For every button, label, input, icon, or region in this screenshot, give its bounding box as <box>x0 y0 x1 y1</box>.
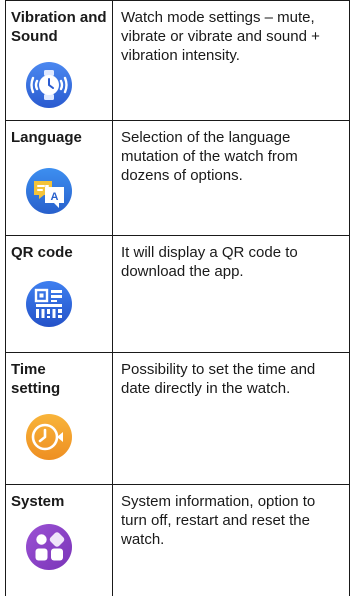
time-setting-icon <box>25 413 73 461</box>
table-row: Vibration and Sound Watch mode settings … <box>6 0 349 120</box>
feature-cell: System <box>6 485 113 596</box>
feature-description: Selection of the language mutation of th… <box>121 129 298 184</box>
table-row: QR code It will display a QR code to dow… <box>6 235 349 352</box>
description-cell: Possibility to set the time and date dir… <box>113 353 349 484</box>
feature-cell: Vibration and Sound <box>6 1 113 120</box>
feature-cell: QR code <box>6 236 113 352</box>
table-row: System System information, option to tur… <box>6 484 349 596</box>
table-row: Language A Selection of the language mut… <box>6 120 349 235</box>
feature-description: Watch mode settings – mute, vibrate or v… <box>121 9 320 64</box>
feature-name: Time setting <box>11 361 61 397</box>
svg-text:A: A <box>51 191 59 203</box>
language-translate-icon: A <box>25 167 73 215</box>
feature-name: Vibration and Sound <box>11 9 107 45</box>
feature-description: System information, option to turn off, … <box>121 493 316 548</box>
description-cell: Selection of the language mutation of th… <box>113 121 349 235</box>
feature-name: QR code <box>11 244 73 261</box>
feature-cell: Language A <box>6 121 113 235</box>
description-cell: It will display a QR code to download th… <box>113 236 349 352</box>
qr-code-icon <box>25 280 73 328</box>
feature-description: Possibility to set the time and date dir… <box>121 361 316 397</box>
description-cell: Watch mode settings – mute, vibrate or v… <box>113 1 349 120</box>
feature-description: It will display a QR code to download th… <box>121 244 298 280</box>
vibration-watch-icon <box>25 61 73 109</box>
table-row: Time setting Possibility to set the time… <box>6 352 349 484</box>
feature-name: System <box>11 493 65 510</box>
features-table: Vibration and Sound Watch mode settings … <box>5 0 350 596</box>
feature-cell: Time setting <box>6 353 113 484</box>
system-apps-icon <box>25 523 73 571</box>
feature-name: Language <box>11 129 82 146</box>
description-cell: System information, option to turn off, … <box>113 485 349 596</box>
